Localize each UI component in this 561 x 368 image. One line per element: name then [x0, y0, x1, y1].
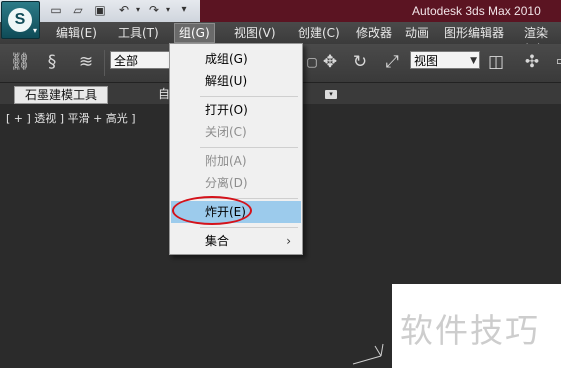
keyboard-shortcut-icon[interactable]: ▭: [550, 50, 561, 74]
menu-group[interactable]: 组(G): [174, 23, 215, 43]
chevron-down-icon[interactable]: ▾: [130, 2, 146, 18]
tab-graphite-modeling-tools[interactable]: 石墨建模工具: [14, 86, 109, 104]
pivot-center-icon[interactable]: ◫: [484, 50, 508, 74]
move-icon[interactable]: ✥: [318, 50, 342, 74]
3dsmax-logo-icon: S: [8, 8, 32, 32]
chevron-down-icon[interactable]: ▾: [160, 2, 176, 18]
title-bar: ▭ ▱ ▣ ↶ ▾ ↷ ▾ ▾ Autodesk 3ds Max 2010: [0, 0, 561, 23]
group-menu-dropdown: 成组(G) 解组(U) 打开(O) 关闭(C) 附加(A) 分离(D) 炸开(E…: [169, 43, 303, 255]
menu-item-assembly[interactable]: 集合 ›: [171, 230, 301, 252]
new-icon[interactable]: ▭: [48, 2, 64, 18]
menu-item-detach: 分离(D): [205, 176, 248, 190]
ribbon-minimize-icon[interactable]: ▾: [325, 90, 337, 99]
menu-create[interactable]: 创建(C): [294, 25, 344, 41]
chevron-down-icon: ▼: [470, 56, 477, 66]
menu-item-group[interactable]: 成组(G): [171, 48, 301, 70]
save-icon[interactable]: ▣: [92, 2, 108, 18]
scale-icon[interactable]: ⤢: [380, 50, 404, 74]
rotate-icon[interactable]: ↻: [348, 50, 372, 74]
chevron-right-icon: ›: [286, 234, 291, 248]
menu-graph-editors[interactable]: 图形编辑器: [440, 25, 508, 41]
open-icon[interactable]: ▱: [70, 2, 86, 18]
menu-animation[interactable]: 动画: [401, 25, 433, 41]
menu-views[interactable]: 视图(V): [230, 25, 280, 41]
menu-item-ungroup[interactable]: 解组(U): [171, 70, 301, 92]
select-manipulate-icon[interactable]: ✣: [520, 50, 544, 74]
link-icon[interactable]: ⛓: [8, 50, 32, 74]
viewport-label[interactable]: [ + ] 透视 ] 平滑 + 高光 ]: [6, 110, 136, 126]
view-gizmo-icon: [352, 343, 384, 365]
selection-filter-value: 全部: [114, 54, 139, 68]
menu-bar: 编辑(E) 工具(T) 组(G) 视图(V) 创建(C) 修改器 动画 图形编辑…: [0, 22, 561, 56]
menu-item-close: 关闭(C): [205, 125, 247, 139]
reference-coordinate-dropdown[interactable]: 视图 ▼: [410, 51, 480, 69]
unlink-icon[interactable]: §: [40, 50, 64, 74]
menu-edit[interactable]: 编辑(E): [52, 25, 101, 41]
reference-coordinate-value: 视图: [414, 54, 439, 68]
bind-space-warp-icon[interactable]: ≋: [74, 50, 98, 74]
toolbar-divider: [104, 50, 105, 76]
application-button[interactable]: S ▾: [1, 1, 40, 39]
selection-filter-dropdown[interactable]: 全部: [110, 51, 172, 69]
watermark-text: 软件技巧: [400, 311, 540, 350]
annotation-circle: [172, 196, 252, 225]
window-title: Autodesk 3ds Max 2010: [412, 4, 541, 18]
menu-separator: [200, 147, 298, 148]
menu-separator: [200, 96, 298, 97]
menu-item-open[interactable]: 打开(O): [171, 99, 301, 121]
customize-icon[interactable]: ▾: [176, 2, 192, 18]
menu-item-attach: 附加(A): [205, 154, 247, 168]
menu-separator: [200, 227, 298, 228]
menu-rendering[interactable]: 渲染(R): [520, 25, 561, 56]
menu-tools[interactable]: 工具(T): [114, 25, 163, 41]
chevron-down-icon: ▾: [32, 26, 37, 35]
menu-modifiers[interactable]: 修改器: [352, 25, 396, 41]
